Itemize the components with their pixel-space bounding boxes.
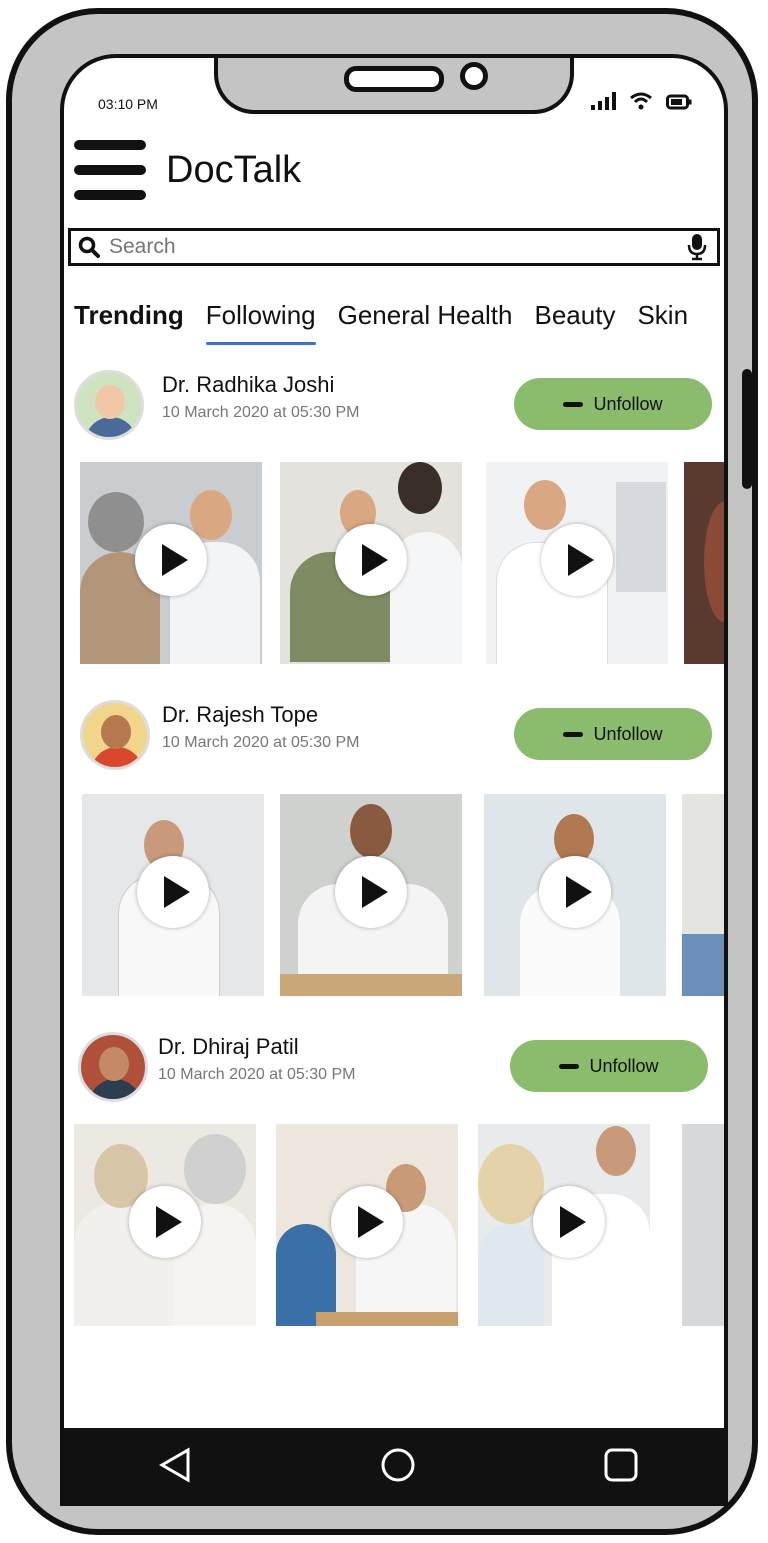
recents-square-icon[interactable] [596,1440,646,1490]
search-icon [78,236,100,258]
category-tabs: Trending Following General Health Beauty… [74,300,688,345]
tab-following[interactable]: Following [205,300,316,345]
unfollow-button[interactable]: Unfollow [510,1040,708,1092]
tab-beauty[interactable]: Beauty [535,300,616,339]
video-thumbnail[interactable] [684,462,724,664]
post-date: 10 March 2020 at 05:30 PM [162,734,360,751]
video-thumbnail[interactable] [478,1124,650,1326]
app-title: DocTalk [166,148,302,191]
notch [214,58,574,114]
unfollow-button[interactable]: Unfollow [514,378,712,430]
doctor-name[interactable]: Dr. Dhiraj Patil [158,1034,299,1060]
doctor-header: Dr. Rajesh Tope 10 March 2020 at 05:30 P… [64,700,724,780]
video-thumbnail[interactable] [682,1124,724,1326]
play-icon[interactable] [129,1186,201,1258]
speaker [344,66,444,92]
front-camera [460,62,488,90]
video-thumbnail[interactable] [74,1124,256,1326]
status-icons [591,92,692,110]
video-thumbnail[interactable] [280,462,462,664]
unfollow-label: Unfollow [593,723,663,744]
microphone-icon[interactable] [687,233,707,261]
unfollow-button[interactable]: Unfollow [514,708,712,760]
home-circle-icon[interactable] [373,1440,423,1490]
app-header: DocTalk [74,140,301,200]
play-icon[interactable] [533,1186,605,1258]
signal-icon [591,92,616,110]
side-button [742,369,752,489]
doctor-header: Dr. Radhika Joshi 10 March 2020 at 05:30… [64,370,724,450]
tab-trending[interactable]: Trending [74,300,184,339]
video-thumbnail[interactable] [280,794,462,996]
play-icon[interactable] [137,856,209,928]
video-thumbnail[interactable] [484,794,666,996]
android-nav-bar [64,1428,724,1502]
minus-icon [559,1063,580,1069]
video-thumbnail[interactable] [82,794,264,996]
minus-icon [563,401,584,407]
status-time: 03:10 PM [98,96,158,112]
play-icon[interactable] [335,856,407,928]
post-date: 10 March 2020 at 05:30 PM [162,404,360,421]
doctor-name[interactable]: Dr. Rajesh Tope [162,702,318,728]
video-row [80,794,724,1000]
doctor-header: Dr. Dhiraj Patil 10 March 2020 at 05:30 … [64,1032,724,1112]
video-thumbnail[interactable] [80,462,262,664]
minus-icon [563,731,584,737]
video-thumbnail[interactable] [486,462,668,664]
play-icon[interactable] [541,524,613,596]
avatar[interactable] [74,370,144,440]
play-icon[interactable] [135,524,207,596]
back-triangle-icon[interactable] [150,1440,200,1490]
video-thumbnail[interactable] [682,794,724,996]
video-row [74,1124,724,1330]
tab-skin[interactable]: Skin [637,300,688,339]
search-input[interactable] [107,234,687,260]
battery-icon [666,94,692,110]
video-row [80,462,724,668]
play-icon[interactable] [331,1186,403,1258]
doctor-card: Dr. Dhiraj Patil 10 March 2020 at 05:30 … [64,1032,724,1326]
phone-frame: 03:10 PM DocTalk Search Trending Followi… [6,8,758,1535]
play-icon[interactable] [539,856,611,928]
search-bar [68,228,720,266]
screen: 03:10 PM DocTalk Search Trending Followi… [60,54,728,1506]
avatar[interactable] [78,1032,148,1102]
tab-general-health[interactable]: General Health [338,300,513,339]
play-icon[interactable] [335,524,407,596]
avatar[interactable] [80,700,150,770]
post-date: 10 March 2020 at 05:30 PM [158,1066,356,1083]
doctor-name[interactable]: Dr. Radhika Joshi [162,372,334,398]
video-thumbnail[interactable] [276,1124,458,1326]
wifi-icon [630,92,652,110]
doctor-card: Dr. Rajesh Tope 10 March 2020 at 05:30 P… [64,700,724,996]
unfollow-label: Unfollow [593,393,663,414]
hamburger-menu-icon[interactable] [74,140,146,200]
doctor-card: Dr. Radhika Joshi 10 March 2020 at 05:30… [64,370,724,664]
unfollow-label: Unfollow [589,1055,659,1076]
